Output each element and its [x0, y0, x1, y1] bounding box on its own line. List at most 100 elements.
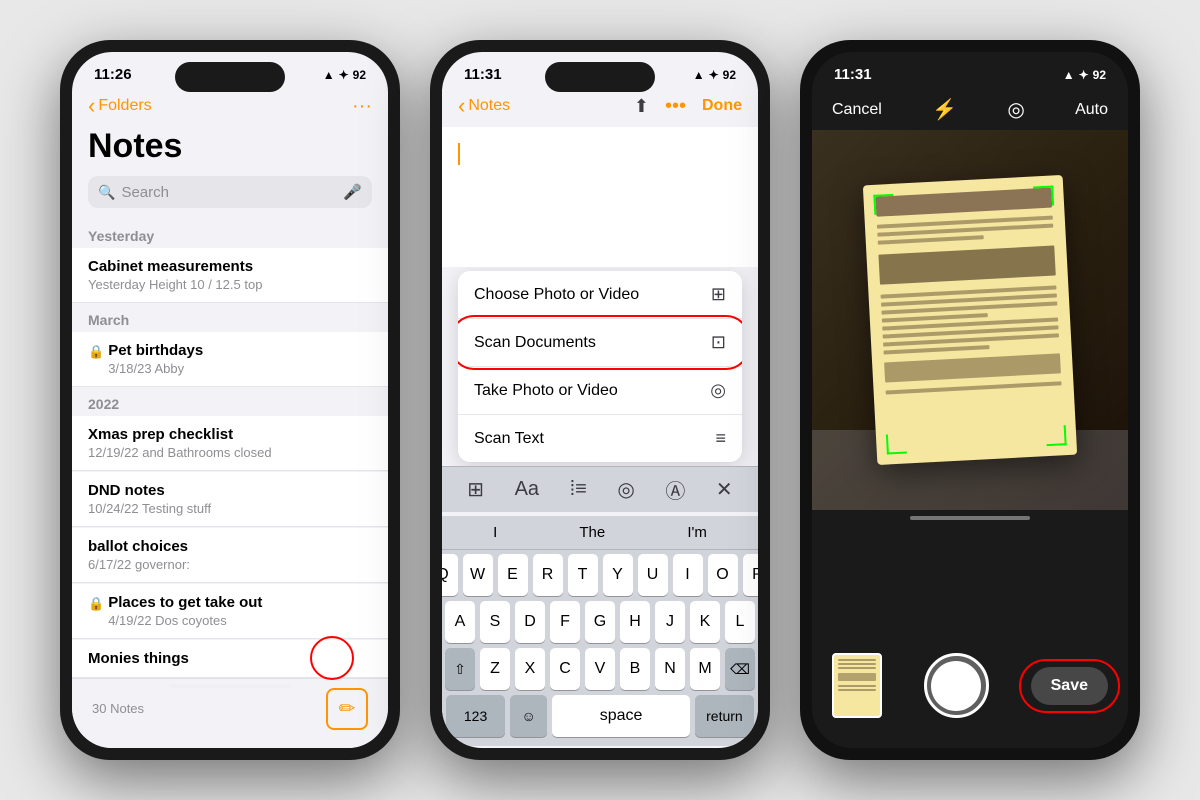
- key-k[interactable]: K: [690, 601, 720, 643]
- key-emoji[interactable]: ☺: [510, 695, 547, 737]
- key-d[interactable]: D: [515, 601, 545, 643]
- note-meta: 10/24/22 Testing stuff: [88, 501, 372, 516]
- key-u[interactable]: U: [638, 554, 668, 596]
- compose-button[interactable]: ✏: [326, 688, 368, 730]
- key-r[interactable]: R: [533, 554, 563, 596]
- note-meta: 3/18/23 Abby: [108, 361, 203, 376]
- capture-button[interactable]: [924, 653, 989, 718]
- format-icon[interactable]: Aa: [515, 478, 539, 501]
- key-space[interactable]: space: [552, 695, 690, 737]
- corner-bl: [886, 434, 907, 455]
- note-pet-birthdays[interactable]: 🔒 Pet birthdays 3/18/23 Abby: [72, 332, 388, 387]
- key-a[interactable]: A: [445, 601, 475, 643]
- camera-bg: [812, 130, 1128, 510]
- save-button[interactable]: Save: [1031, 667, 1108, 705]
- key-return[interactable]: return: [695, 695, 754, 737]
- phone-1: 11:26 ▲ ✦ 92 Folders ··· Notes 🔍 Search …: [60, 40, 400, 760]
- corner-br: [1046, 425, 1067, 446]
- key-i[interactable]: I: [673, 554, 703, 596]
- bottom-bar-1: 30 Notes ✏: [72, 678, 388, 748]
- cancel-button[interactable]: Cancel: [832, 101, 882, 119]
- key-shift[interactable]: ⇧: [445, 648, 475, 690]
- key-s[interactable]: S: [480, 601, 510, 643]
- scan-documents-menu-item[interactable]: Scan Documents ⊡: [458, 319, 742, 367]
- back-notes-button[interactable]: Notes: [458, 93, 510, 119]
- key-123[interactable]: 123: [446, 695, 505, 737]
- document-paper: [863, 175, 1077, 465]
- photo-icon: ⊞: [711, 284, 726, 305]
- doc-header: [875, 188, 1052, 217]
- key-p[interactable]: P: [743, 554, 759, 596]
- key-z[interactable]: Z: [480, 648, 510, 690]
- lock-icon: 🔒: [88, 344, 104, 360]
- note-dnd[interactable]: DND notes 10/24/22 Testing stuff: [72, 472, 388, 527]
- camera-toolbar-icon[interactable]: ◎: [617, 477, 634, 502]
- doc-bottom-bar: [884, 353, 1061, 382]
- suggestion-the[interactable]: The: [579, 524, 605, 541]
- doc-dark-bar: [878, 245, 1055, 284]
- note-ballot[interactable]: ballot choices 6/17/22 governor:: [72, 528, 388, 583]
- note-monies[interactable]: Monies things: [72, 640, 388, 678]
- key-q[interactable]: Q: [442, 554, 458, 596]
- kb-row-1: Q W E R T Y U I O P: [446, 554, 754, 596]
- note-places[interactable]: 🔒 Places to get take out 4/19/22 Dos coy…: [72, 584, 388, 639]
- note-title: DND notes: [88, 482, 372, 499]
- thumb-bar: [838, 673, 876, 681]
- auto-label: Auto: [1075, 101, 1108, 119]
- key-w[interactable]: W: [463, 554, 493, 596]
- done-button[interactable]: Done: [702, 97, 742, 115]
- suggestion-i[interactable]: I: [493, 524, 497, 541]
- key-o[interactable]: O: [708, 554, 738, 596]
- more-options-button[interactable]: ···: [352, 95, 372, 118]
- more-icon[interactable]: •••: [665, 95, 686, 118]
- choose-photo-menu-item[interactable]: Choose Photo or Video ⊞: [458, 271, 742, 319]
- key-y[interactable]: Y: [603, 554, 633, 596]
- note-title: Xmas prep checklist: [88, 426, 372, 443]
- home-indicator-3: [910, 516, 1030, 520]
- take-photo-menu-item[interactable]: Take Photo or Video ◎: [458, 367, 742, 415]
- phone-3: 11:31 ▲ ✦ 92 Cancel ⚡ ◎ Auto: [800, 40, 1140, 760]
- key-m[interactable]: M: [690, 648, 720, 690]
- suggestion-im[interactable]: I'm: [687, 524, 707, 541]
- note-cabinet[interactable]: Cabinet measurements Yesterday Height 10…: [72, 248, 388, 303]
- key-v[interactable]: V: [585, 648, 615, 690]
- close-toolbar-icon[interactable]: ✕: [716, 477, 733, 502]
- menu-container: Choose Photo or Video ⊞ Scan Documents ⊡…: [442, 271, 758, 462]
- camera-toggle-icon[interactable]: ◎: [1007, 97, 1024, 122]
- note-meta: 6/17/22 governor:: [88, 557, 372, 572]
- back-folders-button[interactable]: Folders: [88, 93, 152, 119]
- key-e[interactable]: E: [498, 554, 528, 596]
- key-b[interactable]: B: [620, 648, 650, 690]
- scan-text-menu-item[interactable]: Scan Text ≡: [458, 415, 742, 462]
- dynamic-island-2: [545, 62, 655, 92]
- notes-count: 30 Notes: [92, 701, 144, 716]
- key-h[interactable]: H: [620, 601, 650, 643]
- key-l[interactable]: L: [725, 601, 755, 643]
- note-xmas[interactable]: Xmas prep checklist 12/19/22 and Bathroo…: [72, 416, 388, 471]
- key-n[interactable]: N: [655, 648, 685, 690]
- scan-thumbnail[interactable]: [832, 653, 882, 718]
- signal-icon: ▲: [693, 68, 705, 82]
- flash-icon[interactable]: ⚡: [932, 97, 957, 122]
- key-c[interactable]: C: [550, 648, 580, 690]
- key-t[interactable]: T: [568, 554, 598, 596]
- list-icon[interactable]: ⁞≡: [570, 478, 587, 501]
- key-g[interactable]: G: [585, 601, 615, 643]
- corner-tl: [873, 194, 894, 215]
- save-button-wrapper: Save: [1031, 667, 1108, 705]
- markup-icon[interactable]: Ⓐ: [665, 475, 685, 504]
- signal-icon: ▲: [323, 68, 335, 82]
- key-backspace[interactable]: ⌫: [725, 648, 755, 690]
- note-editor[interactable]: [442, 127, 758, 267]
- share-icon[interactable]: ⬆: [634, 96, 649, 117]
- choose-photo-label: Choose Photo or Video: [474, 286, 639, 304]
- note-title: Places to get take out: [108, 594, 262, 611]
- time-2: 11:31: [464, 66, 502, 83]
- key-x[interactable]: X: [515, 648, 545, 690]
- key-f[interactable]: F: [550, 601, 580, 643]
- wifi-icon: ✦: [339, 68, 349, 82]
- phone-2-screen: 11:31 ▲ ✦ 92 Notes ⬆ ••• Done: [442, 52, 758, 748]
- search-bar[interactable]: 🔍 Search 🎤: [88, 176, 372, 208]
- table-icon[interactable]: ⊞: [467, 477, 484, 502]
- key-j[interactable]: J: [655, 601, 685, 643]
